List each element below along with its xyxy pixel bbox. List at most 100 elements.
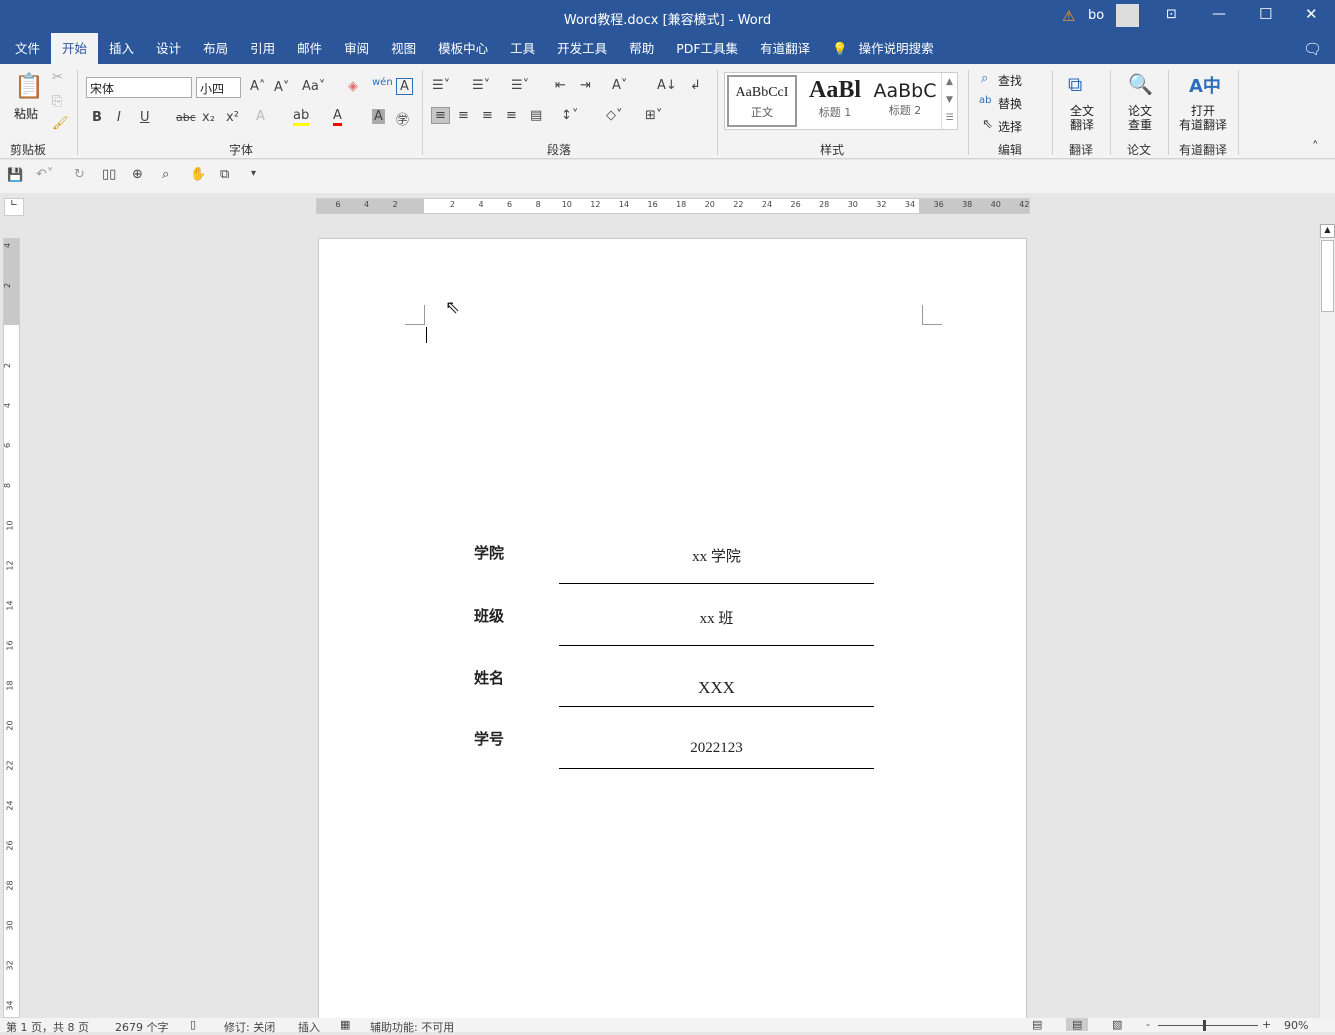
font-size-select[interactable]: 小四 (196, 77, 241, 98)
tab-file[interactable]: 文件 (4, 33, 51, 64)
paste-icon[interactable]: 📋 (14, 72, 44, 100)
decrease-indent-icon[interactable]: ⇤ (555, 78, 566, 93)
scrollbar-thumb[interactable] (1321, 240, 1334, 312)
undo-icon[interactable]: ↶˅ (36, 167, 53, 182)
thesis-check-button[interactable]: 论文 查重 (1118, 104, 1162, 132)
page-count[interactable]: 第 1 页，共 8 页 (6, 1019, 89, 1035)
char-shading-icon[interactable]: A (372, 109, 385, 124)
print-layout-view-icon[interactable]: ▤ (1066, 1018, 1089, 1031)
show-marks-icon[interactable]: ↲ (690, 78, 701, 93)
close-button[interactable]: ✕ (1305, 5, 1318, 23)
read-mode-icon[interactable]: ▯▯ (102, 167, 116, 182)
find-button[interactable]: 查找 (998, 72, 1022, 89)
strikethrough-icon[interactable]: abc (176, 111, 196, 124)
read-mode-view-icon[interactable]: ▤ (1032, 1018, 1042, 1031)
zoom-in-button[interactable]: + (1262, 1018, 1271, 1031)
zoom-out-button[interactable]: - (1146, 1018, 1150, 1031)
web-icon[interactable]: ⊕ (132, 167, 143, 182)
italic-icon[interactable]: I (117, 110, 121, 125)
copy-icon[interactable]: ⎘ (52, 94, 62, 109)
chinese-layout-icon[interactable]: A˅ (612, 78, 627, 93)
replace-button[interactable]: 替换 (998, 95, 1022, 112)
grow-font-icon[interactable]: A˄ (250, 79, 265, 94)
tab-design[interactable]: 设计 (145, 33, 192, 64)
sort-icon[interactable]: A↓ (657, 78, 677, 93)
increase-indent-icon[interactable]: ⇥ (580, 78, 591, 93)
form-value-college[interactable]: xx 学院 (559, 545, 874, 566)
tab-selector[interactable]: ∟ (4, 198, 24, 216)
char-border-icon[interactable]: A (396, 78, 413, 95)
horizontal-ruler[interactable]: 6 4 2 2 4 6 8 10 12 14 16 18 20 22 24 26 28 30 32 34 36 38 40 4… (316, 198, 1030, 214)
proofing-icon[interactable]: ▯ (190, 1018, 196, 1031)
line-spacing-icon[interactable]: ↕˅ (561, 108, 578, 123)
vertical-scrollbar[interactable]: ▲ (1319, 224, 1335, 1018)
borders-icon[interactable]: ⊞˅ (645, 108, 662, 123)
highlight-icon[interactable]: ab (293, 108, 310, 126)
shading-icon[interactable]: ◇˅ (606, 108, 623, 123)
comments-icon[interactable]: 🗨 (1303, 40, 1322, 58)
change-case-icon[interactable]: Aa˅ (302, 79, 325, 94)
tab-review[interactable]: 审阅 (333, 33, 380, 64)
warning-icon[interactable]: ⚠ (1062, 7, 1075, 25)
cut-icon[interactable]: ✂ (52, 70, 63, 85)
style-normal[interactable]: AaBbCcI 正文 (727, 75, 797, 127)
tab-youdao[interactable]: 有道翻译 (749, 33, 821, 64)
word-count[interactable]: 2679 个字 (115, 1019, 169, 1035)
align-left-icon[interactable]: ≡ (431, 107, 450, 124)
distribute-icon[interactable]: ▤ (530, 108, 542, 123)
zoom-level[interactable]: 90% (1284, 1019, 1308, 1032)
bold-icon[interactable]: B (92, 110, 102, 125)
insert-mode[interactable]: 插入 (298, 1019, 320, 1035)
paste-button[interactable]: 粘贴 (14, 105, 38, 122)
form-value-class[interactable]: xx 班 (559, 607, 874, 628)
document-page[interactable]: ⇖ 学院 xx 学院 班级 xx 班 姓名 XXX 学号 2022123 (318, 238, 1027, 1028)
format-painter-icon[interactable]: 🖌 (52, 116, 69, 131)
save-icon[interactable]: 💾 (7, 168, 23, 183)
ribbon-display-icon[interactable]: ⊡ (1166, 7, 1177, 22)
window-icon[interactable]: ⧉ (220, 167, 229, 182)
tab-insert[interactable]: 插入 (98, 33, 145, 64)
tab-templates[interactable]: 模板中心 (427, 33, 499, 64)
bullets-icon[interactable]: ☰˅ (432, 78, 450, 93)
underline-icon[interactable]: U (140, 110, 150, 125)
tab-tools[interactable]: 工具 (499, 33, 546, 64)
macro-icon[interactable]: ▦ (340, 1018, 350, 1031)
align-center-icon[interactable]: ≡ (458, 108, 469, 123)
font-color-icon[interactable]: A (333, 108, 342, 126)
shrink-font-icon[interactable]: A˅ (274, 80, 289, 95)
user-name[interactable]: bo (1088, 8, 1104, 23)
style-heading-1[interactable]: AaBl 标题 1 (800, 75, 870, 127)
maximize-button[interactable]: ☐ (1259, 5, 1272, 23)
select-button[interactable]: 选择 (998, 118, 1022, 135)
avatar[interactable] (1116, 4, 1139, 27)
zoom-slider-thumb[interactable] (1203, 1020, 1206, 1031)
tab-home[interactable]: 开始 (51, 33, 99, 64)
tab-mailings[interactable]: 邮件 (286, 33, 333, 64)
enclose-char-icon[interactable]: ㊫ (396, 109, 409, 128)
customize-qat-icon[interactable]: ▾ (251, 168, 256, 179)
collapse-ribbon-icon[interactable]: ˄ (1312, 140, 1319, 155)
numbering-icon[interactable]: ☰˅ (472, 78, 490, 93)
open-youdao-button[interactable]: 打开 有道翻译 (1172, 104, 1234, 132)
accessibility-status[interactable]: 辅助功能: 不可用 (370, 1019, 454, 1035)
web-layout-view-icon[interactable]: ▧ (1112, 1018, 1122, 1031)
align-right-icon[interactable]: ≡ (482, 108, 493, 123)
form-value-name[interactable]: XXX (559, 678, 874, 698)
superscript-icon[interactable]: x² (226, 110, 239, 125)
text-effects-icon[interactable]: A (256, 109, 265, 124)
tab-developer[interactable]: 开发工具 (546, 33, 618, 64)
tab-pdf[interactable]: PDF工具集 (665, 33, 749, 64)
tell-me-search[interactable]: 操作说明搜索 (859, 33, 945, 64)
styles-scroll[interactable]: ▲ ▼ ☰ (941, 73, 957, 129)
track-changes-status[interactable]: 修订: 关闭 (224, 1019, 275, 1035)
phonetic-guide-icon[interactable]: wén (372, 77, 393, 88)
print-preview-icon[interactable]: ⌕ (162, 167, 169, 182)
redo-icon[interactable]: ↻ (74, 167, 85, 182)
zoom-slider[interactable] (1158, 1025, 1258, 1026)
justify-icon[interactable]: ≡ (506, 108, 517, 123)
multilevel-list-icon[interactable]: ☰˅ (511, 78, 529, 93)
full-translate-button[interactable]: 全文 翻译 (1060, 104, 1104, 132)
touch-mode-icon[interactable]: ✋ (190, 167, 206, 182)
minimize-button[interactable]: — (1212, 6, 1226, 22)
style-heading-2[interactable]: AaBbC 标题 2 (872, 75, 938, 127)
